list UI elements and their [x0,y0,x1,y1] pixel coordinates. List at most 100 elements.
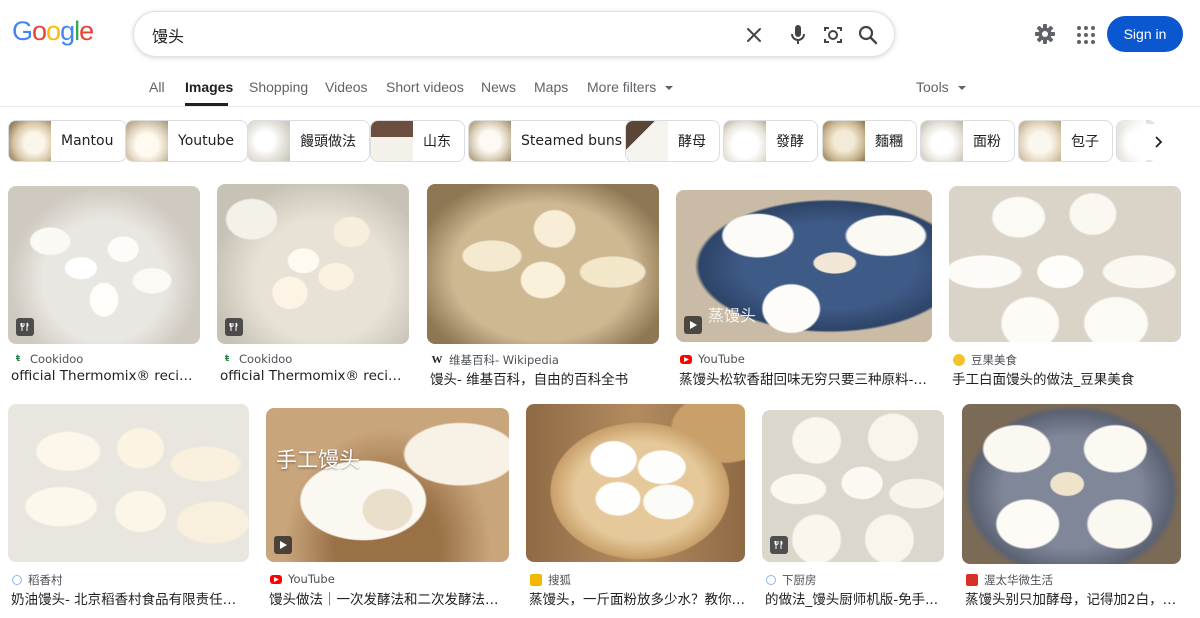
chip-dough[interactable]: 麵糰 [822,120,917,162]
result-thumbnail [8,186,200,344]
google-logo[interactable]: Google [12,16,94,47]
logo-letter: e [79,16,94,46]
chip-thumbnail [1019,121,1061,161]
result-title[interactable]: 手工白面馒头的做法_豆果美食 [952,368,1181,388]
result-thumbnail: 手工馒头 [266,408,509,562]
result-title[interactable]: 蒸馒头别只加酵母，记得加2白，馒... [965,588,1181,608]
video-overlay-text: 手工馒头 [276,448,360,472]
chip-label: 饅頭做法 [300,134,356,150]
result-source: 搜狐 [530,572,571,588]
chip-baozi[interactable]: 包子 [1018,120,1113,162]
image-result[interactable]: 蒸馒头 YouTube 蒸馒头松软香甜回味无穷只要三种原料- Y... [676,184,932,388]
image-result[interactable]: W 维基百科- Wikipedia 馒头- 维基百科，自由的百科全书 [427,184,659,388]
result-thumbnail [962,404,1181,564]
chip-thumbnail [921,121,963,161]
chip-label: 麵糰 [875,134,903,150]
youtube-favicon [270,574,282,584]
image-result[interactable]: ŧCookidoo official Thermomix® recipe pl.… [8,184,200,384]
chip-label: Youtube [178,133,234,149]
chip-shandong[interactable]: 山东 [370,120,465,162]
chip-ferment[interactable]: 發酵 [723,120,818,162]
result-source: YouTube [680,352,745,366]
chip-thumbnail [126,121,168,161]
sign-in-button[interactable]: Sign in [1107,16,1183,52]
result-thumbnail [427,184,659,344]
result-title[interactable]: 的做法_馒头厨师机版-免手... [765,588,944,608]
wikipedia-favicon: W [431,354,443,366]
chip-steamed-buns[interactable]: Steamed buns [468,120,637,162]
header: Google Sign in [0,0,1200,66]
search-box[interactable] [133,11,895,57]
search-input[interactable] [152,24,712,46]
tools-dropdown[interactable]: Tools [916,79,966,95]
result-source: W 维基百科- Wikipedia [431,353,559,367]
more-filters-dropdown[interactable]: More filters [587,79,674,95]
chip-label: 酵母 [678,134,706,150]
chevron-right-icon[interactable] [1140,124,1176,160]
douguo-favicon [953,354,965,366]
result-title[interactable]: 奶油馒头- 北京稻香村食品有限责任公... [11,588,249,608]
result-source: YouTube [270,572,335,586]
tab-maps[interactable]: Maps [534,79,568,95]
search-tabs: All Images Shopping Videos Short videos … [0,66,1200,107]
globe-favicon [766,575,776,585]
tab-images[interactable]: Images [185,79,233,95]
chip-label: Steamed buns [521,133,623,149]
image-result[interactable]: 搜狐 蒸馒头，一斤面粉放多少水？教你3... [526,404,745,609]
chip-label: 發酵 [776,134,804,150]
globe-favicon [12,575,22,585]
tab-videos[interactable]: Videos [325,79,368,95]
play-icon [684,316,702,334]
chip-label: 包子 [1071,134,1099,150]
tab-all[interactable]: All [149,79,165,95]
chip-thumbnail [626,121,668,161]
cookidoo-favicon: ŧ [224,354,230,364]
settings-gear-icon[interactable] [1031,20,1059,48]
clear-icon[interactable] [741,22,767,48]
logo-letter: G [12,16,33,46]
play-icon [274,536,292,554]
camera-lens-icon[interactable] [820,22,846,48]
chip-thumbnail [469,121,511,161]
result-thumbnail [949,186,1181,342]
microphone-icon[interactable] [785,22,811,48]
tab-shopping[interactable]: Shopping [249,79,308,95]
chip-youtube[interactable]: Youtube [125,120,248,162]
image-result[interactable]: 手工馒头 YouTube 馒头做法｜一次发酵法和二次发酵法的... [266,404,509,609]
recipe-icon [16,318,34,336]
logo-letter: o [46,16,61,46]
result-thumbnail [762,410,944,562]
chip-mantou-recipe[interactable]: 饅頭做法 [247,120,370,162]
result-source: ŧ Cookidoo [221,352,292,366]
image-result[interactable]: ŧCookidoo official Thermomix® recipe pl.… [217,184,409,384]
result-title[interactable]: 馒头- 维基百科，自由的百科全书 [430,368,659,388]
result-title[interactable]: 蒸馒头松软香甜回味无穷只要三种原料- Y... [679,368,929,388]
image-result[interactable]: 稻香村 奶油馒头- 北京稻香村食品有限责任公... [8,404,249,609]
image-result[interactable]: 渥太华微生活 蒸馒头别只加酵母，记得加2白，馒... [962,404,1181,609]
apps-grid-icon[interactable] [1074,20,1098,48]
result-title[interactable]: official Thermomix® recipe pl... [11,368,200,384]
image-result[interactable]: 下厨房 的做法_馒头厨师机版-免手... [762,404,944,609]
active-tab-indicator [185,103,228,106]
tab-short-videos[interactable]: Short videos [386,79,464,95]
result-thumbnail [8,404,249,562]
youtube-favicon [680,354,692,364]
chip-mantou[interactable]: Mantou [8,120,128,162]
image-result[interactable]: 豆果美食 手工白面馒头的做法_豆果美食 [949,184,1181,388]
result-thumbnail: 蒸馒头 [676,190,932,342]
chip-label: 面粉 [973,134,1001,150]
tab-news[interactable]: News [481,79,516,95]
logo-letter: g [60,16,75,46]
dropdown-caret-icon [957,86,966,91]
tools-label: Tools [916,79,949,95]
search-icon[interactable] [855,22,881,48]
result-source: ŧ Cookidoo [12,352,83,366]
result-title[interactable]: official Thermomix® recipe pl... [220,368,409,384]
result-title[interactable]: 蒸馒头，一斤面粉放多少水？教你3... [529,588,745,608]
chip-yeast[interactable]: 酵母 [625,120,720,162]
recipe-icon [770,536,788,554]
cookidoo-favicon: ŧ [15,354,21,364]
chip-thumbnail [9,121,51,161]
chip-flour[interactable]: 面粉 [920,120,1015,162]
result-title[interactable]: 馒头做法｜一次发酵法和二次发酵法的... [269,588,509,608]
